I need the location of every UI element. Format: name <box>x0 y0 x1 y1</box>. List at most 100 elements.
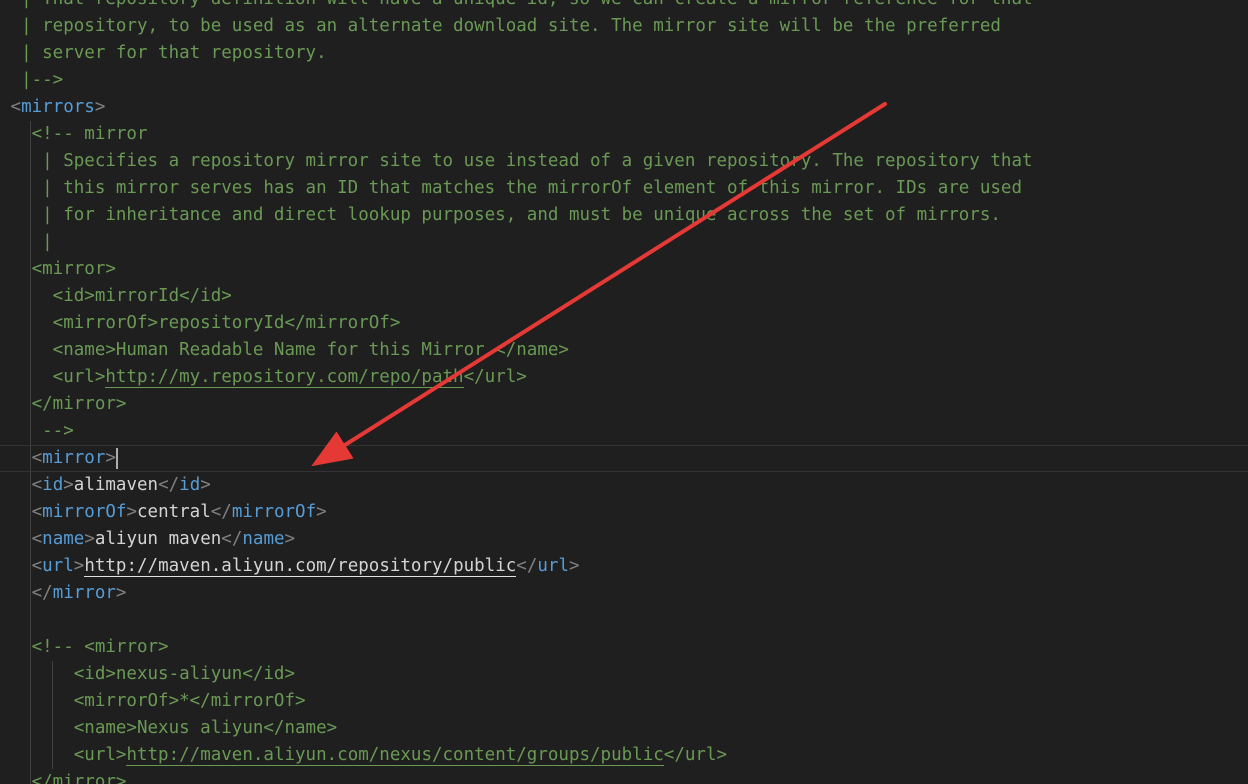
indent-guide <box>30 769 31 784</box>
code-token: <mirrorOf>repositoryId</mirrorOf> <box>0 313 401 333</box>
code-token: > <box>105 448 116 468</box>
code-line[interactable]: </mirror> <box>0 580 1248 607</box>
indent-guide <box>30 580 31 607</box>
code-token: --> <box>0 421 74 441</box>
code-line[interactable]: <id>mirrorId</id> <box>0 283 1248 310</box>
indent-guide <box>30 553 31 580</box>
code-line[interactable]: | this mirror serves has an ID that matc… <box>0 175 1248 202</box>
code-line[interactable]: | server for that repository. <box>0 40 1248 67</box>
xml-tag-name: mirror <box>42 448 106 468</box>
code-token: <mirrorOf>*</mirrorOf> <box>0 691 306 711</box>
code-token: <!-- <mirror> <box>0 637 169 657</box>
indent-guide <box>52 661 53 688</box>
indent-guide <box>30 418 31 445</box>
code-line[interactable]: | for inheritance and direct lookup purp… <box>0 202 1248 229</box>
indent-guide <box>30 742 31 769</box>
code-line[interactable]: <name>Human Readable Name for this Mirro… <box>0 337 1248 364</box>
code-token: </mirror> <box>0 394 127 414</box>
indent-guide <box>30 391 31 418</box>
code-line[interactable]: <mirrorOf>repositoryId</mirrorOf> <box>0 310 1248 337</box>
code-token: < <box>31 475 43 495</box>
code-line[interactable]: <name>aliyun maven</name> <box>0 526 1248 553</box>
code-token: | this mirror serves has an ID that matc… <box>0 178 1022 198</box>
code-line[interactable]: <mirrorOf>central</mirrorOf> <box>0 499 1248 526</box>
code-token: </url> <box>463 367 527 387</box>
code-line[interactable]: | That repository definition will have a… <box>0 0 1248 13</box>
code-line[interactable] <box>0 607 1248 634</box>
xml-tag-name: mirror <box>52 583 116 603</box>
indent-guide <box>30 634 31 661</box>
code-line[interactable]: <mirrors> <box>0 94 1248 121</box>
code-line[interactable]: --> <box>0 418 1248 445</box>
code-line[interactable]: <!-- <mirror> <box>0 634 1248 661</box>
code-line[interactable]: | <box>0 229 1248 256</box>
code-line[interactable]: <name>Nexus aliyun</name> <box>0 715 1248 742</box>
indent-guide <box>30 499 31 526</box>
indent-guide <box>52 742 53 769</box>
code-token: < <box>31 448 43 468</box>
code-token: > <box>200 475 211 495</box>
code-token: > <box>568 556 580 576</box>
indent-guide <box>30 661 31 688</box>
code-token: < <box>10 97 22 117</box>
xml-tag-name: url <box>537 556 569 576</box>
indent-guide <box>30 688 31 715</box>
code-token: <mirror> <box>0 259 116 279</box>
code-line[interactable]: <mirrorOf>*</mirrorOf> <box>0 688 1248 715</box>
code-token: > <box>126 502 137 522</box>
indent-guide <box>30 175 31 202</box>
code-token: </url> <box>663 745 727 765</box>
code-line[interactable]: <!-- mirror <box>0 121 1248 148</box>
code-line[interactable]: </mirror> <box>0 391 1248 418</box>
code-line[interactable]: |--> <box>0 67 1248 94</box>
code-token: </ <box>516 556 538 576</box>
indent-guide <box>30 446 31 471</box>
code-line[interactable]: <url>http://my.repository.com/repo/path<… <box>0 364 1248 391</box>
code-token: alimaven <box>73 475 159 495</box>
url-link[interactable]: http://maven.aliyun.com/nexus/content/gr… <box>126 745 664 766</box>
code-token: | server for that repository. <box>0 43 327 63</box>
code-token: <name>Nexus aliyun</name> <box>0 718 338 738</box>
code-token: < <box>31 529 43 549</box>
code-lines: | That repository definition will have a… <box>0 0 1248 784</box>
xml-tag-name: mirrorOf <box>231 502 317 522</box>
xml-tag-name: mirrorOf <box>42 502 127 522</box>
code-token: > <box>63 475 74 495</box>
code-token: > <box>316 502 327 522</box>
code-token: <!-- mirror <box>0 124 148 144</box>
code-editor[interactable]: | That repository definition will have a… <box>0 0 1248 784</box>
code-line-current[interactable]: <mirror> <box>0 445 1248 472</box>
code-line[interactable]: <id>alimaven</id> <box>0 472 1248 499</box>
xml-tag-name: url <box>42 556 74 576</box>
code-line[interactable]: | Specifies a repository mirror site to … <box>0 148 1248 175</box>
indent-guide <box>30 337 31 364</box>
indent-guide <box>30 256 31 283</box>
indent-guide <box>30 364 31 391</box>
indent-guide <box>52 715 53 742</box>
code-token: <url> <box>0 745 127 765</box>
url-link[interactable]: http://my.repository.com/repo/path <box>105 367 464 388</box>
url-link[interactable]: http://maven.aliyun.com/repository/publi… <box>84 556 517 577</box>
code-line[interactable]: | repository, to be used as an alternate… <box>0 13 1248 40</box>
code-token: <id>nexus-aliyun</id> <box>0 664 296 684</box>
code-line[interactable]: </mirror> <box>0 769 1248 784</box>
xml-tag-name: id <box>42 475 64 495</box>
code-token: > <box>94 97 106 117</box>
code-token: | for inheritance and direct lookup purp… <box>0 205 1001 225</box>
text-cursor <box>115 447 118 469</box>
indent-guide <box>30 148 31 175</box>
code-line[interactable]: <mirror> <box>0 256 1248 283</box>
code-line[interactable]: <url>http://maven.aliyun.com/nexus/conte… <box>0 742 1248 769</box>
indent-guide <box>30 310 31 337</box>
indent-guide <box>30 715 31 742</box>
code-line[interactable]: <id>nexus-aliyun</id> <box>0 661 1248 688</box>
code-token: |--> <box>0 70 64 90</box>
code-line[interactable]: <url>http://maven.aliyun.com/repository/… <box>0 553 1248 580</box>
code-token: central <box>137 502 211 522</box>
code-token: | <box>0 232 53 252</box>
